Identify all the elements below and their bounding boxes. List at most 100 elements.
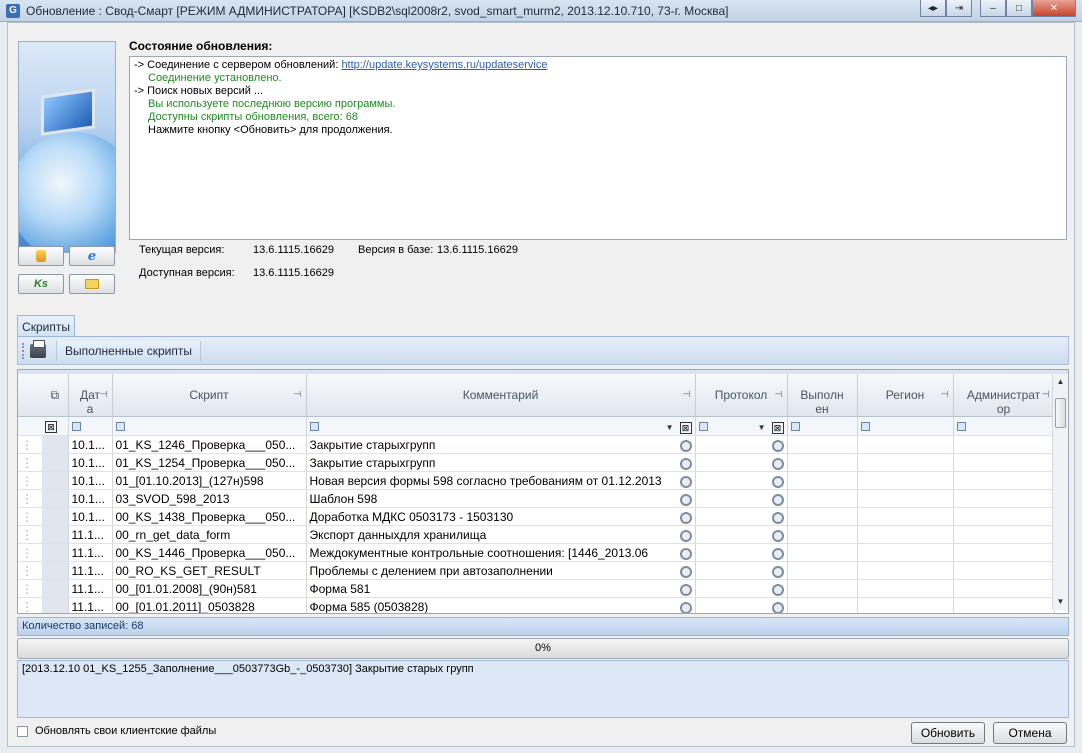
ks-logo-button[interactable]: Ks — [18, 274, 64, 294]
filter-executed[interactable] — [787, 416, 858, 436]
filter-clear-icon[interactable]: ⊠ — [679, 421, 692, 434]
magnifier-icon[interactable] — [679, 547, 692, 560]
filter-clear-icon[interactable]: ⊠ — [771, 421, 784, 434]
pin-icon[interactable]: ⊣ — [683, 387, 691, 401]
magnifier-icon[interactable] — [771, 583, 784, 596]
magnifier-icon[interactable] — [679, 565, 692, 578]
magnifier-icon[interactable] — [679, 601, 692, 613]
cell-comment[interactable]: Шаблон 598 — [306, 489, 696, 508]
table-row[interactable]: ⋮ 11.1... 00_KS_1446_Проверка___050... Межд… — [18, 543, 1055, 562]
table-row[interactable]: ⋮ 10.1... 01_KS_1254_Проверка___050... Закр… — [18, 453, 1055, 472]
column-header-executed[interactable]: Выполн ен — [787, 374, 858, 417]
cell-comment[interactable]: Экспорт данныхдля хранилища — [306, 525, 696, 544]
magnifier-icon[interactable] — [771, 547, 784, 560]
print-icon[interactable] — [30, 339, 46, 358]
cell-protocol[interactable] — [695, 507, 788, 526]
column-header-protocol[interactable]: Протокол ⊣ — [695, 374, 788, 417]
table-row[interactable]: ⋮ 10.1... 00_KS_1438_Проверка___050... Дора… — [18, 507, 1055, 526]
internet-explorer-button[interactable]: e — [69, 246, 115, 266]
table-row[interactable]: ⋮ 10.1... 01_[01.10.2013]_(127н)598 Новая в… — [18, 471, 1055, 490]
table-row[interactable]: ⋮ 11.1... 00_rn_get_data_form Экспорт данны… — [18, 525, 1055, 544]
column-chooser-icon[interactable]: ⧉ — [50, 388, 59, 402]
scroll-down-icon[interactable]: ▼ — [1053, 594, 1068, 610]
cell-comment[interactable]: Междокументные контрольные соотношения: … — [306, 543, 696, 562]
update-server-link[interactable]: http://update.keysystems.ru/updateservic… — [341, 59, 547, 71]
close-button[interactable]: ✕ — [1032, 0, 1076, 17]
dropdown-arrow-icon[interactable]: ▼ — [666, 423, 674, 432]
switch-window-button[interactable]: ◂▸ — [920, 0, 946, 17]
cell-comment[interactable]: Форма 581 — [306, 579, 696, 598]
magnifier-icon[interactable] — [679, 493, 692, 506]
filter-date[interactable] — [68, 416, 113, 436]
magnifier-icon[interactable] — [771, 457, 784, 470]
filter-clear-icon[interactable]: ⊠ — [45, 420, 57, 433]
table-row[interactable]: ⋮ 11.1... 00_[01.01.2008]_(90н)581 Форма 58… — [18, 579, 1055, 598]
magnifier-icon[interactable] — [771, 511, 784, 524]
magnifier-icon[interactable] — [771, 529, 784, 542]
magnifier-icon[interactable] — [771, 475, 784, 488]
executed-scripts-button[interactable]: Выполненные скрипты — [56, 340, 201, 361]
filter-region[interactable] — [857, 416, 954, 436]
filter-clear-cell[interactable]: ⊠ — [42, 416, 69, 436]
table-row[interactable]: ⋮ 10.1... 03_SVOD_598_2013 Шаблон 598 — [18, 489, 1055, 508]
column-header-comment[interactable]: Комментарий ⊣ — [306, 374, 696, 417]
filter-protocol[interactable]: ⊠ ▼ — [695, 416, 788, 436]
grid-vertical-scrollbar[interactable]: ▲ ▼ — [1052, 374, 1068, 610]
pin-icon[interactable]: ⊣ — [100, 387, 108, 401]
filter-script[interactable] — [112, 416, 307, 436]
cell-protocol[interactable] — [695, 435, 788, 454]
magnifier-icon[interactable] — [771, 565, 784, 578]
magnifier-icon[interactable] — [771, 493, 784, 506]
column-header-date[interactable]: Дат а ⊣ — [68, 374, 113, 417]
magnifier-icon[interactable] — [679, 529, 692, 542]
magnifier-icon[interactable] — [679, 511, 692, 524]
tab-scripts[interactable]: Скрипты — [17, 315, 75, 337]
restore-arrow-button[interactable]: ⇥ — [946, 0, 972, 17]
magnifier-icon[interactable] — [679, 439, 692, 452]
cell-comment[interactable]: Доработка МДКС 0503173 - 1503130 — [306, 507, 696, 526]
pin-icon[interactable]: ⊣ — [294, 387, 302, 401]
toolbar-grip[interactable] — [22, 342, 26, 359]
cell-protocol[interactable] — [695, 597, 788, 613]
cell-comment[interactable]: Форма 585 (0503828) — [306, 597, 696, 613]
cell-protocol[interactable] — [695, 543, 788, 562]
filter-admin[interactable] — [953, 416, 1055, 436]
table-row[interactable]: ⋮ 10.1... 01_KS_1246_Проверка___050... Закр… — [18, 435, 1055, 454]
update-button[interactable]: Обновить — [911, 722, 985, 744]
cell-comment[interactable]: Проблемы с делением при автозаполнении — [306, 561, 696, 580]
folder-button[interactable] — [69, 274, 115, 294]
cell-protocol[interactable] — [695, 561, 788, 580]
cell-comment[interactable]: Закрытие старыхгрупп — [306, 435, 696, 454]
cell-protocol[interactable] — [695, 489, 788, 508]
dropdown-arrow-icon[interactable]: ▼ — [758, 423, 766, 432]
column-header-region[interactable]: Регион ⊣ — [857, 374, 954, 417]
magnifier-icon[interactable] — [771, 439, 784, 452]
table-row[interactable]: ⋮ 11.1... 00_RO_KS_GET_RESULT Проблемы с де… — [18, 561, 1055, 580]
column-header-script[interactable]: Скрипт ⊣ — [112, 374, 307, 417]
minimize-button[interactable]: – — [980, 0, 1006, 17]
column-header-admin[interactable]: Администрат ор ⊣ — [953, 374, 1055, 417]
filter-comment[interactable]: ⊠ ▼ — [306, 416, 696, 436]
update-client-files-option[interactable]: Обновлять свои клиентские файлы — [17, 725, 216, 737]
update-client-files-checkbox[interactable] — [17, 725, 28, 737]
magnifier-icon[interactable] — [679, 457, 692, 470]
magnifier-icon[interactable] — [771, 601, 784, 613]
pin-icon[interactable]: ⊣ — [1042, 387, 1050, 401]
pin-icon[interactable]: ⊣ — [775, 387, 783, 401]
cell-protocol[interactable] — [695, 525, 788, 544]
magnifier-icon[interactable] — [679, 475, 692, 488]
magnifier-icon[interactable] — [679, 583, 692, 596]
cell-comment[interactable]: Новая версия формы 598 согласно требован… — [306, 471, 696, 490]
table-row[interactable]: ⋮ 11.1... 00_[01.01.2011]_0503828 Форма 585… — [18, 597, 1055, 613]
column-chooser-header[interactable]: ⧉ — [42, 374, 69, 417]
cell-protocol[interactable] — [695, 453, 788, 472]
maximize-button[interactable]: □ — [1006, 0, 1032, 17]
cell-protocol[interactable] — [695, 579, 788, 598]
database-button[interactable] — [18, 246, 64, 266]
pin-icon[interactable]: ⊣ — [941, 387, 949, 401]
cell-protocol[interactable] — [695, 471, 788, 490]
scrollbar-thumb[interactable] — [1055, 398, 1066, 428]
cell-comment[interactable]: Закрытие старыхгрупп — [306, 453, 696, 472]
scroll-up-icon[interactable]: ▲ — [1053, 374, 1068, 390]
cancel-button[interactable]: Отмена — [993, 722, 1067, 744]
